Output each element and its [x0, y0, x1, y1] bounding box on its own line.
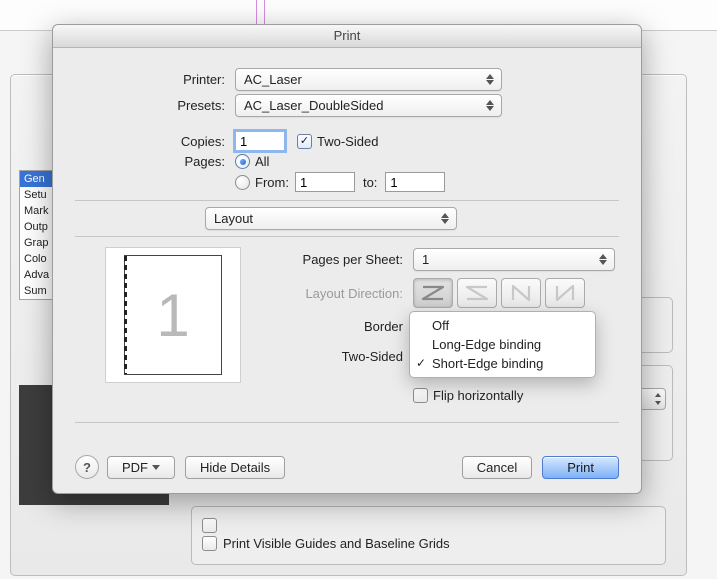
presets-value: AC_Laser_DoubleSided — [244, 98, 383, 113]
two-sided-checkbox[interactable]: ✓ Two-Sided — [297, 134, 378, 149]
hide-details-label: Hide Details — [200, 460, 270, 475]
divider — [75, 236, 619, 237]
updown-icon — [483, 97, 497, 114]
bg-options-group: Print Visible Guides and Baseline Grids — [191, 506, 666, 565]
cancel-button[interactable]: Cancel — [462, 456, 532, 479]
direction-label: Layout Direction: — [261, 286, 413, 301]
print-button[interactable]: Print — [542, 456, 619, 479]
direction-n2-icon[interactable] — [545, 278, 585, 308]
page-preview: 1 — [105, 247, 241, 383]
help-icon: ? — [83, 460, 91, 475]
direction-s-icon[interactable] — [457, 278, 497, 308]
from-label: From: — [255, 175, 289, 190]
bg-check-label: Print Visible Guides and Baseline Grids — [223, 536, 450, 551]
cancel-label: Cancel — [477, 460, 517, 475]
twosided-popup: Off Long-Edge binding Short-Edge binding — [409, 311, 596, 378]
presets-label: Presets: — [75, 98, 235, 113]
direction-n1-icon[interactable] — [501, 278, 541, 308]
pages-from-input[interactable] — [295, 172, 355, 192]
section-value: Layout — [214, 211, 253, 226]
presets-select[interactable]: AC_Laser_DoubleSided — [235, 94, 502, 117]
menu-item-long-edge[interactable]: Long-Edge binding — [410, 335, 595, 354]
flip-label: Flip horizontally — [433, 388, 523, 403]
hide-details-button[interactable]: Hide Details — [185, 456, 285, 479]
menu-item-off[interactable]: Off — [410, 316, 595, 335]
bg-checkbox[interactable] — [202, 536, 217, 551]
pages-from-radio[interactable]: From: — [235, 175, 289, 190]
dialog-title: Print — [53, 25, 641, 48]
print-label: Print — [567, 460, 594, 475]
chevron-down-icon — [152, 465, 160, 470]
bg-checkbox[interactable] — [202, 518, 217, 533]
printer-label: Printer: — [75, 72, 235, 87]
pages-to-input[interactable] — [385, 172, 445, 192]
border-label: Border — [261, 319, 413, 334]
section-select[interactable]: Layout — [205, 207, 457, 230]
two-sided-label: Two-Sided — [317, 134, 378, 149]
binding-icon — [124, 256, 127, 374]
bg-select[interactable] — [638, 388, 666, 410]
pps-value: 1 — [422, 252, 429, 267]
divider — [75, 422, 619, 423]
help-button[interactable]: ? — [75, 455, 99, 479]
updown-icon — [438, 210, 452, 227]
copies-label: Copies: — [75, 134, 235, 149]
to-label: to: — [355, 175, 385, 190]
all-label: All — [255, 154, 269, 169]
flip-horizontal-checkbox[interactable]: Flip horizontally — [413, 388, 523, 403]
pps-label: Pages per Sheet: — [261, 252, 413, 267]
updown-icon — [483, 71, 497, 88]
twosided-select-label: Two-Sided — [261, 349, 413, 364]
copies-input[interactable] — [235, 131, 285, 151]
updown-icon — [596, 251, 610, 268]
divider — [75, 200, 619, 201]
pages-all-radio[interactable]: All — [235, 154, 269, 169]
pps-select[interactable]: 1 — [413, 248, 615, 271]
pdf-button[interactable]: PDF — [107, 456, 175, 479]
direction-z-icon[interactable] — [413, 278, 453, 308]
printer-select[interactable]: AC_Laser — [235, 68, 502, 91]
pdf-label: PDF — [122, 460, 148, 475]
menu-item-short-edge[interactable]: Short-Edge binding — [410, 354, 595, 373]
preview-page-number: 1 — [156, 281, 189, 350]
print-dialog: Print Printer: AC_Laser Presets: AC_Lase… — [52, 24, 642, 494]
printer-value: AC_Laser — [244, 72, 302, 87]
pages-label: Pages: — [75, 154, 235, 169]
